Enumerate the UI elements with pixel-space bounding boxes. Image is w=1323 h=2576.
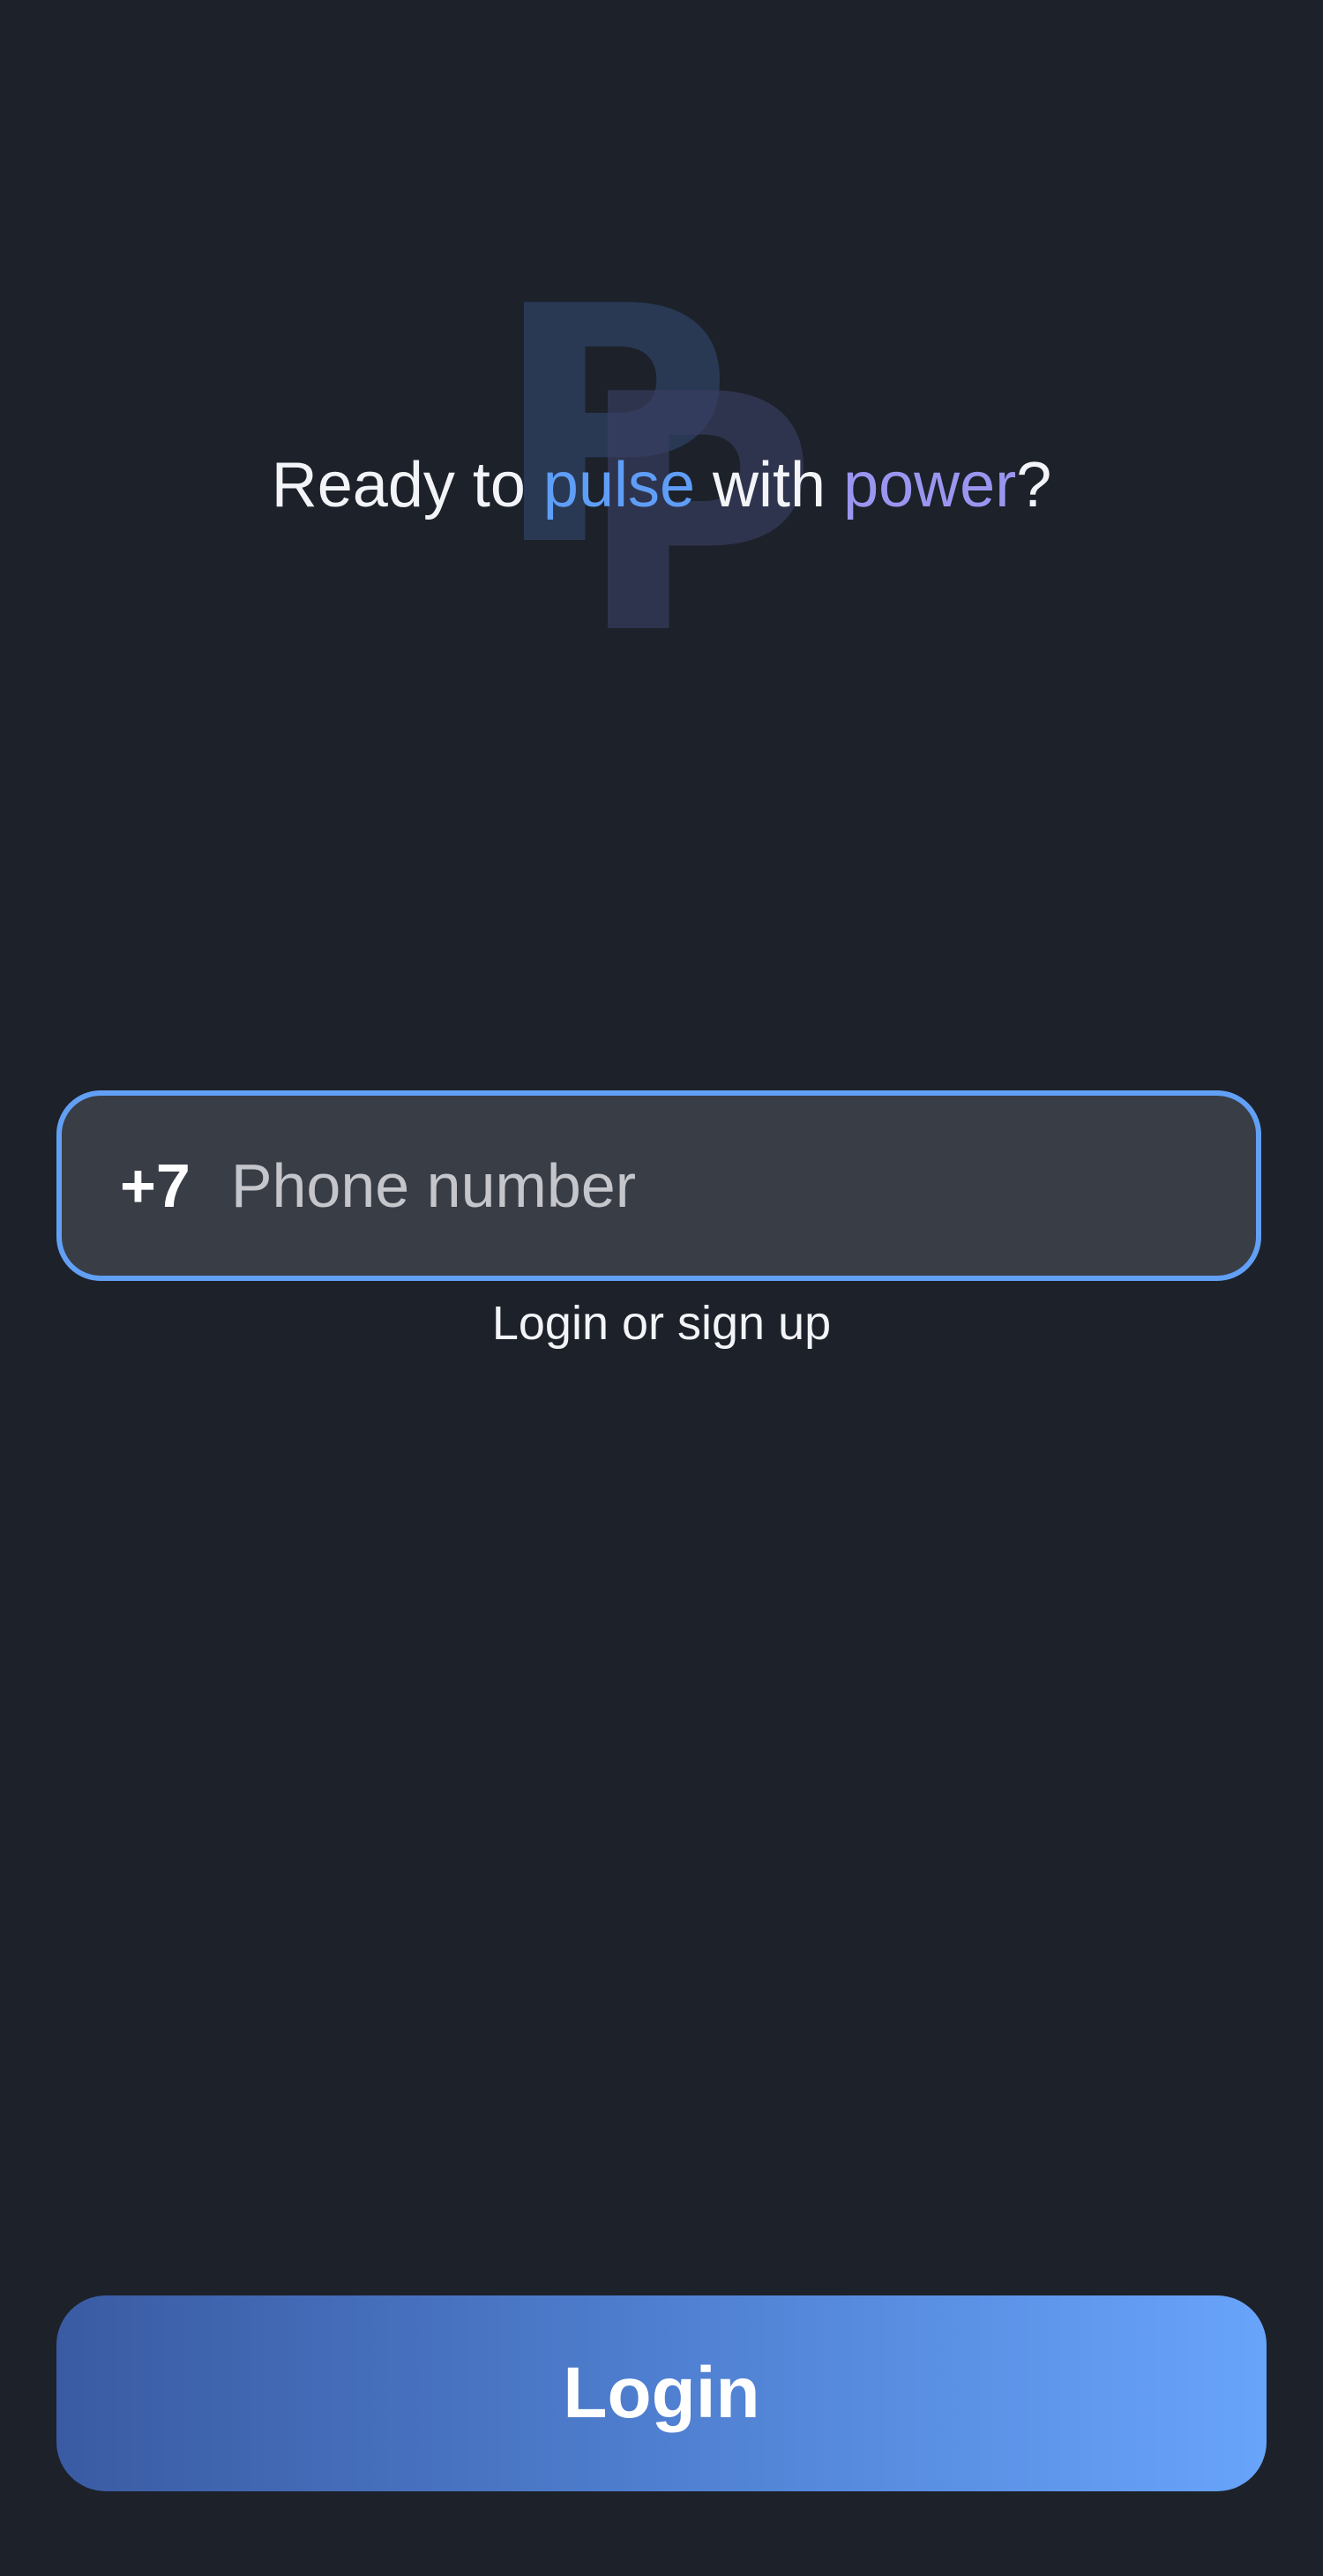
headline-text-1: Ready to — [271, 450, 543, 520]
headline-text-2: with — [695, 450, 844, 520]
headline-text-3: ? — [1016, 450, 1052, 520]
headline-accent-power: power — [843, 450, 1017, 520]
country-code[interactable]: +7 — [120, 1150, 191, 1221]
phone-input-container[interactable]: +7 — [56, 1090, 1261, 1281]
headline-accent-pulse: pulse — [542, 450, 696, 520]
login-button[interactable]: Login — [56, 2295, 1267, 2491]
phone-number-input[interactable] — [228, 1132, 1256, 1239]
logo-letter-back: P — [494, 238, 734, 618]
headline: Ready to pulse with power? — [0, 441, 1323, 529]
login-or-signup-hint: Login or sign up — [491, 1297, 832, 1350]
